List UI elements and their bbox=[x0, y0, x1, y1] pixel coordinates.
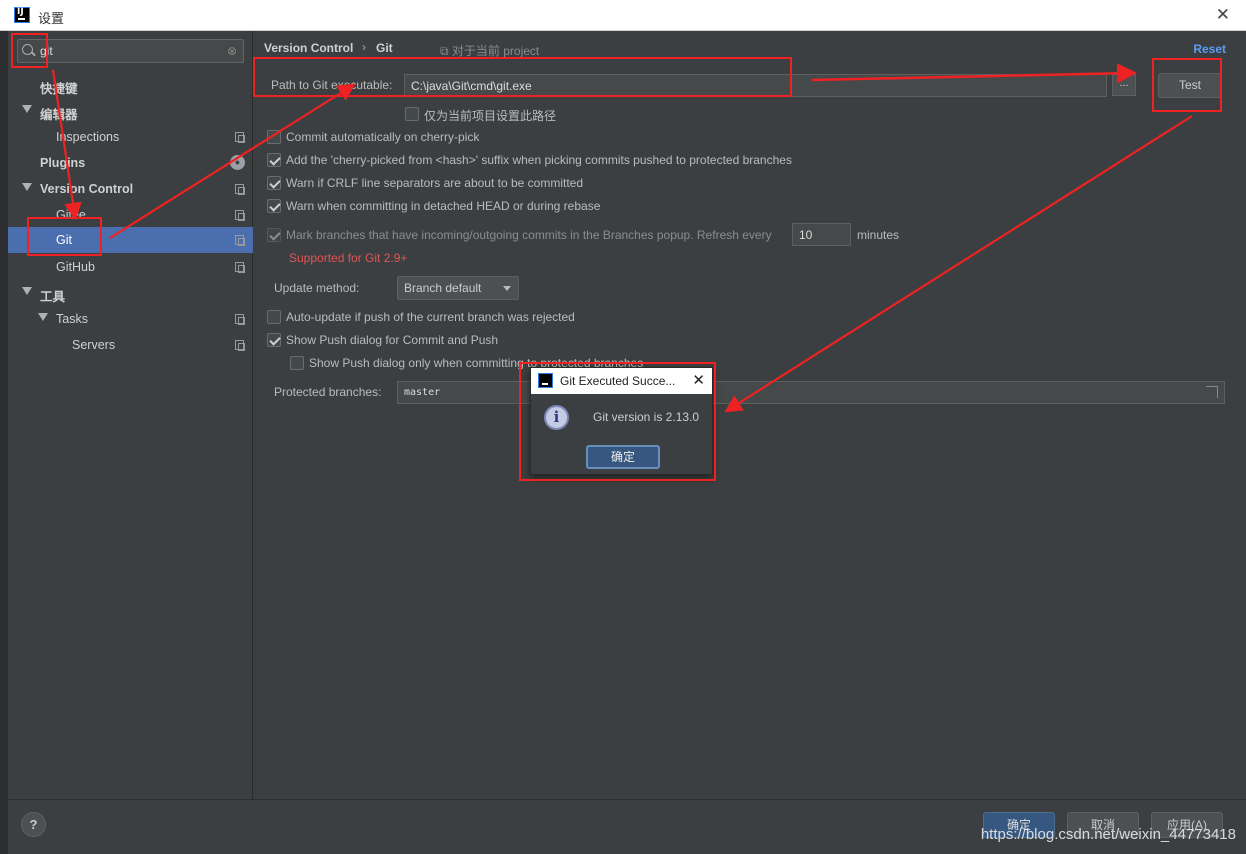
refresh-unit: minutes bbox=[857, 228, 900, 242]
intellij-icon: IJ bbox=[14, 7, 30, 23]
sidebar-item-label: 工具 bbox=[40, 290, 66, 304]
protected-branches-label: Protected branches: bbox=[274, 385, 382, 399]
checkbox[interactable] bbox=[267, 153, 281, 167]
sidebar-item-tasks[interactable]: Tasks bbox=[8, 306, 253, 332]
checkbox[interactable] bbox=[267, 176, 281, 190]
checkbox-label: Add the 'cherry-picked from <hash>' suff… bbox=[286, 153, 792, 167]
annotation-box-test bbox=[1152, 58, 1222, 112]
checkbox[interactable] bbox=[290, 356, 304, 370]
breadcrumb-current: Git bbox=[376, 41, 393, 55]
project-scope-icon bbox=[235, 340, 245, 351]
sidebar-item-servers[interactable]: Servers bbox=[8, 332, 253, 358]
checkbox[interactable] bbox=[405, 107, 419, 121]
annotation-box-dialog bbox=[519, 362, 716, 481]
update-method-label: Update method: bbox=[274, 281, 360, 295]
project-scope-icon bbox=[235, 184, 245, 195]
expand-icon[interactable] bbox=[1206, 386, 1218, 398]
project-scope-icon bbox=[235, 235, 245, 246]
refresh-interval-input[interactable]: 10 bbox=[792, 223, 851, 246]
git-settings-panel: Version Control › Git ⧉ 对于当前 project Res… bbox=[254, 31, 1238, 799]
checkbox[interactable] bbox=[267, 310, 281, 324]
sidebar-item-label: Inspections bbox=[56, 130, 120, 144]
project-scope-icon bbox=[235, 314, 245, 325]
checkbox[interactable] bbox=[267, 130, 281, 144]
reset-link[interactable]: Reset bbox=[1193, 42, 1226, 56]
sidebar-item-version-control[interactable]: Version Control bbox=[8, 176, 253, 202]
settings-search-input[interactable]: git ⊗ bbox=[17, 39, 244, 63]
sidebar-item-editor[interactable]: 编辑器 bbox=[8, 98, 253, 124]
expand-arrow-icon[interactable] bbox=[38, 313, 48, 321]
checkbox[interactable] bbox=[267, 199, 281, 213]
title-bar: IJ 设置 ✕ bbox=[0, 0, 1246, 31]
checkbox-label: Mark branches that have incoming/outgoin… bbox=[286, 228, 772, 242]
background-strip bbox=[0, 31, 8, 854]
checkbox-label: Commit automatically on cherry-pick bbox=[286, 130, 480, 144]
checkbox-label: Show Push dialog for Commit and Push bbox=[286, 333, 499, 347]
close-icon[interactable]: ✕ bbox=[1216, 5, 1230, 25]
checkbox-label: 仅为当前项目设置此路径 bbox=[424, 109, 557, 123]
checkbox[interactable] bbox=[267, 333, 281, 347]
clear-icon[interactable]: ⊗ bbox=[227, 44, 237, 58]
project-scope-icon bbox=[235, 210, 245, 221]
expand-arrow-icon[interactable] bbox=[22, 287, 32, 295]
sidebar-item-tools[interactable]: 工具 bbox=[8, 280, 253, 306]
browse-button[interactable]: ... bbox=[1112, 74, 1136, 96]
annotation-box-path bbox=[253, 57, 792, 97]
sidebar-item-plugins[interactable]: Plugins ● bbox=[8, 150, 253, 176]
project-scope-icon bbox=[235, 132, 245, 143]
annotation-box-git bbox=[27, 217, 102, 256]
checkbox-label: Warn if CRLF line separators are about t… bbox=[286, 176, 584, 190]
update-method-select[interactable]: Branch default bbox=[397, 276, 519, 300]
expand-arrow-icon[interactable] bbox=[22, 183, 32, 191]
sidebar-item-label: 快捷键 bbox=[40, 82, 78, 96]
window-title: 设置 bbox=[38, 11, 65, 26]
plugins-badge-icon: ● bbox=[230, 155, 245, 170]
sidebar-item-github[interactable]: GitHub bbox=[8, 254, 253, 280]
git-version-warning: Supported for Git 2.9+ bbox=[289, 251, 408, 265]
breadcrumb-parent[interactable]: Version Control bbox=[264, 41, 353, 55]
sidebar-item-label: Version Control bbox=[40, 182, 134, 196]
watermark: https://blog.csdn.net/weixin_44773418 bbox=[980, 826, 1236, 843]
expand-arrow-icon[interactable] bbox=[22, 105, 32, 113]
annotation-box-search bbox=[11, 33, 48, 68]
sidebar-item-label: Servers bbox=[72, 338, 116, 352]
sidebar-item-label: Plugins bbox=[40, 156, 86, 170]
protected-branches-value: master bbox=[404, 387, 441, 398]
dialog-footer: ? 确定 取消 应用(A) https://blog.csdn.net/weix… bbox=[8, 799, 1246, 854]
update-method-value: Branch default bbox=[404, 281, 482, 295]
chevron-down-icon bbox=[503, 286, 511, 291]
project-scope-icon bbox=[235, 262, 245, 273]
sidebar-item-label: Tasks bbox=[56, 312, 88, 326]
help-button[interactable]: ? bbox=[21, 812, 46, 837]
sidebar-item-label: 编辑器 bbox=[40, 108, 78, 122]
sidebar-item-keymap[interactable]: 快捷键 bbox=[8, 72, 253, 98]
checkbox-label: Warn when committing in detached HEAD or… bbox=[286, 199, 601, 213]
checkbox[interactable] bbox=[267, 228, 281, 242]
sidebar-item-inspections[interactable]: Inspections bbox=[8, 124, 253, 150]
checkbox-label: Auto-update if push of the current branc… bbox=[286, 310, 575, 324]
breadcrumb-separator: › bbox=[362, 40, 366, 54]
settings-sidebar: git ⊗ 快捷键 编辑器 Inspections Plugins ● Vers… bbox=[8, 31, 253, 799]
sidebar-item-label: GitHub bbox=[56, 260, 95, 274]
